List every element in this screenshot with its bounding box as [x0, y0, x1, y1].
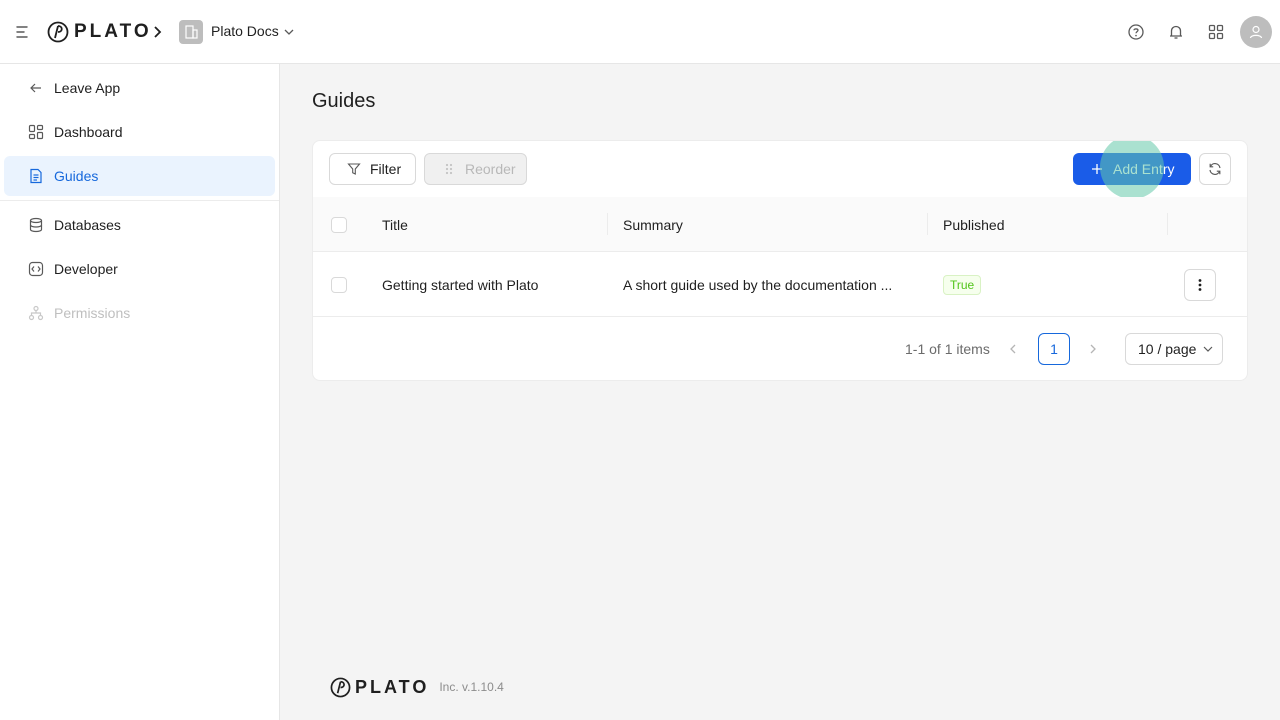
top-bar: PLATO Plato Docs — [0, 0, 1280, 64]
page-title: Guides — [312, 90, 376, 112]
brand-name: PLATO — [74, 21, 152, 42]
help-icon[interactable] — [1124, 20, 1148, 44]
footer-version: Inc. v.1.10.4 — [439, 680, 504, 694]
reorder-label: Reorder — [465, 161, 516, 177]
chevron-left-icon — [1010, 344, 1016, 354]
sidebar-item-label: Databases — [54, 217, 121, 233]
chevron-down-icon[interactable] — [282, 25, 296, 39]
column-divider — [607, 213, 608, 235]
reorder-button: Reorder — [424, 153, 527, 185]
prev-page-button[interactable] — [1003, 333, 1023, 365]
add-entry-button[interactable]: Add Entry — [1073, 153, 1191, 185]
workspace-icon[interactable] — [179, 20, 203, 44]
filter-icon — [346, 161, 362, 177]
sidebar-item-label: Dashboard — [54, 124, 123, 140]
sidebar: Leave App Dashboard Guides Databases Dev… — [0, 64, 280, 720]
sidebar-item-label: Leave App — [54, 80, 121, 96]
column-divider — [1167, 213, 1168, 235]
refresh-button[interactable] — [1199, 153, 1231, 185]
menu-toggle-icon[interactable] — [14, 20, 34, 44]
hierarchy-icon — [28, 305, 44, 321]
sidebar-divider — [0, 200, 279, 201]
more-vertical-icon — [1198, 279, 1202, 291]
dashboard-icon — [28, 124, 44, 140]
sidebar-item-label: Developer — [54, 261, 118, 277]
add-entry-label: Add Entry — [1113, 161, 1175, 177]
document-icon — [28, 168, 44, 184]
drag-handle-icon — [441, 161, 457, 177]
user-icon — [1249, 25, 1263, 39]
footer: PLATO Inc. v.1.10.4 — [330, 676, 504, 698]
sidebar-item-label: Permissions — [54, 305, 131, 321]
refresh-icon — [1207, 161, 1223, 177]
filter-label: Filter — [370, 161, 402, 177]
column-divider — [927, 213, 928, 235]
entries-card: Filter Reorder Add Entry Title Summary P… — [312, 140, 1248, 381]
bell-icon[interactable] — [1164, 20, 1188, 44]
sidebar-item-permissions: Permissions — [4, 293, 275, 333]
row-title: Getting started with Plato — [382, 276, 539, 293]
sidebar-item-developer[interactable]: Developer — [4, 249, 275, 289]
apps-grid-icon[interactable] — [1204, 20, 1228, 44]
sidebar-item-dashboard[interactable]: Dashboard — [4, 112, 275, 152]
pagination-total: 1-1 of 1 items — [905, 341, 990, 357]
plato-logo-mark-icon — [330, 677, 351, 697]
database-icon — [28, 217, 44, 233]
column-header-summary[interactable]: Summary — [623, 197, 683, 252]
sidebar-item-databases[interactable]: Databases — [4, 205, 275, 245]
column-header-published[interactable]: Published — [943, 197, 1005, 252]
sidebar-item-guides[interactable]: Guides — [4, 156, 275, 196]
footer-brand: PLATO — [355, 676, 430, 697]
plus-icon — [1089, 161, 1105, 177]
row-summary: A short guide used by the documentation … — [623, 276, 893, 293]
page-size-select[interactable]: 10 / page — [1125, 333, 1223, 365]
table-header: Title Summary Published — [313, 197, 1247, 252]
plato-logo[interactable]: PLATO — [47, 21, 152, 43]
sidebar-item-leave-app[interactable]: Leave App — [4, 68, 275, 108]
user-avatar[interactable] — [1240, 16, 1272, 48]
workspace-name[interactable]: Plato Docs — [211, 23, 279, 39]
chevron-right-icon — [150, 22, 166, 42]
plato-logo-mark-icon — [47, 21, 69, 43]
page-size-value: 10 / page — [1138, 341, 1197, 357]
page-1-button[interactable]: 1 — [1038, 333, 1070, 365]
arrow-left-icon — [28, 80, 44, 96]
sidebar-item-label: Guides — [54, 168, 99, 184]
row-checkbox[interactable] — [331, 252, 347, 317]
row-actions-button[interactable] — [1184, 269, 1216, 301]
status-badge: True — [943, 274, 982, 295]
chevron-right-icon — [1090, 344, 1096, 354]
column-header-title[interactable]: Title — [382, 197, 408, 252]
table-row[interactable]: Getting started with Plato A short guide… — [313, 252, 1247, 317]
select-all-checkbox[interactable] — [331, 197, 347, 252]
chevron-down-icon — [1203, 346, 1213, 352]
code-icon — [28, 261, 44, 277]
row-published: True — [943, 252, 982, 317]
filter-button[interactable]: Filter — [329, 153, 416, 185]
next-page-button[interactable] — [1083, 333, 1103, 365]
